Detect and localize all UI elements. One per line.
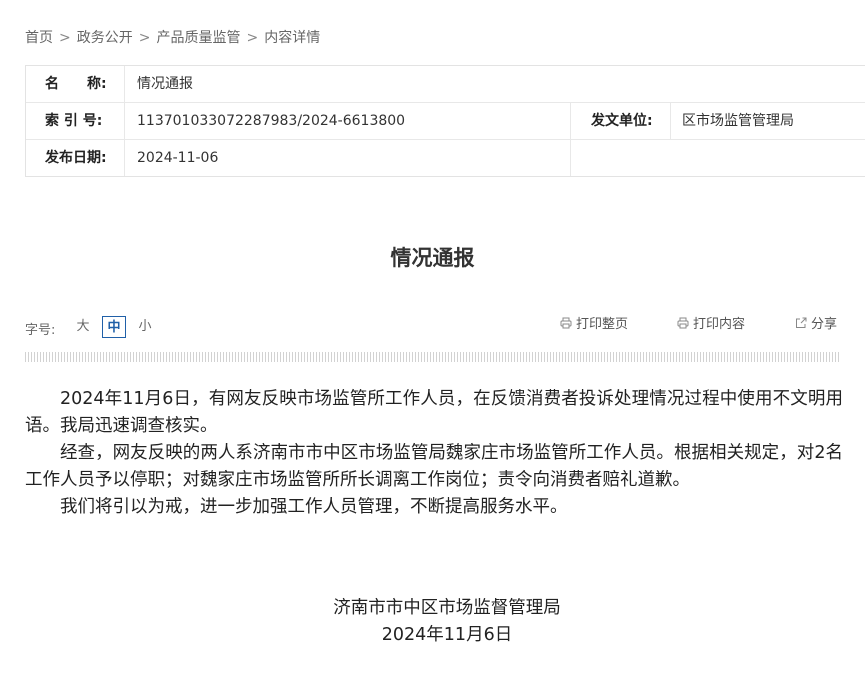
font-size-large-button[interactable]: 大 (71, 316, 95, 338)
signature-organization: 济南市市中区市场监督管理局 (333, 598, 561, 618)
print-content-button[interactable]: 打印内容 (677, 316, 745, 334)
dotted-divider (25, 352, 840, 362)
font-size-small-button[interactable]: 小 (133, 316, 157, 338)
font-size-medium-button[interactable]: 中 (102, 316, 126, 338)
print-content-label: 打印内容 (693, 317, 746, 332)
breadcrumb-content-detail[interactable]: 内容详情 (264, 30, 320, 46)
breadcrumb-quality-supervision[interactable]: 产品质量监管 (156, 30, 240, 46)
article-content: 2024年11月6日，有网友反映市场监管所工作人员，在反馈消费者投诉处理情况过程… (25, 386, 843, 521)
paragraph: 2024年11月6日，有网友反映市场监管所工作人员，在反馈消费者投诉处理情况过程… (25, 389, 843, 436)
paragraph: 经查，网友反映的两人系济南市市中区市场监管局魏家庄市场监管所工作人员。根据相关规… (25, 443, 843, 490)
info-row-name: 名 称: 情况通报 (26, 66, 865, 103)
article-signature: 济南市市中区市场监督管理局 2024年11月6日 (0, 595, 865, 649)
index-value: 113701033072287983/2024-6613800 (137, 113, 406, 129)
paragraph: 我们将引以为戒，进一步加强工作人员管理，不断提高服务水平。 (60, 497, 568, 517)
index-label: 索 引 号: (45, 113, 103, 129)
print-page-button[interactable]: 打印整页 (560, 316, 628, 334)
breadcrumb-home[interactable]: 首页 (25, 30, 53, 46)
date-value: 2024-11-06 (137, 150, 219, 166)
printer-icon (677, 317, 689, 329)
breadcrumb-separator: > (138, 30, 151, 46)
breadcrumb: 首页 > 政务公开 > 产品质量监管 > 内容详情 (25, 27, 320, 47)
page: 首页 > 政务公开 > 产品质量监管 > 内容详情 名 称: 情况通报 索 引 号: 113… (0, 0, 865, 675)
info-row-date: 发布日期: 2024-11-06 (26, 140, 865, 177)
article-toolbar: 字号: 大 中 小 打印整页 打印内容 分享 (25, 316, 840, 338)
share-icon (796, 317, 807, 328)
breadcrumb-gov-affairs[interactable]: 政务公开 (77, 30, 133, 46)
info-row-index: 索 引 号: 113701033072287983/2024-6613800 发… (26, 103, 865, 140)
article-title: 情况通报 (390, 246, 475, 270)
font-size-label: 字号: (25, 323, 56, 338)
printer-icon (560, 317, 572, 329)
issuer-value: 区市场监管管理局 (682, 113, 794, 129)
breadcrumb-separator: > (59, 30, 71, 46)
name-label: 名 称: (45, 76, 107, 92)
share-button[interactable]: 分享 (795, 316, 837, 334)
signature-date: 2024年11月6日 (381, 625, 513, 645)
document-info-table: 名 称: 情况通报 索 引 号: 113701033072287983/2024… (25, 65, 865, 177)
date-label: 发布日期: (45, 150, 107, 166)
issuer-label: 发文单位: (591, 113, 653, 129)
breadcrumb-separator: > (246, 30, 259, 46)
name-value: 情况通报 (137, 76, 193, 92)
share-label: 分享 (811, 317, 838, 332)
print-page-label: 打印整页 (576, 317, 629, 332)
